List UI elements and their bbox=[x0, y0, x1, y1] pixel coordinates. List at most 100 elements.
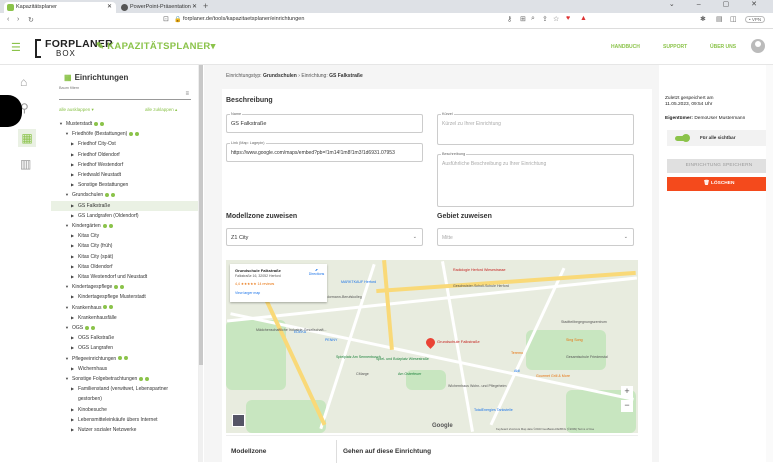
chevron-right-icon[interactable]: ▶ bbox=[71, 313, 78, 323]
tree-filter-input[interactable]: Baum filtern ≡ bbox=[59, 86, 191, 100]
vpn-badge[interactable]: • VPN bbox=[745, 16, 766, 23]
tree-item[interactable]: ▼ Grundschulen bbox=[51, 190, 198, 200]
share-icon[interactable]: ⇪ bbox=[542, 15, 548, 23]
add-icon[interactable] bbox=[135, 131, 140, 136]
chevron-right-icon[interactable]: ▶ bbox=[71, 160, 78, 170]
menu-icon[interactable]: ☰ bbox=[11, 41, 21, 54]
tree-item[interactable]: ▼ Kindertagespflege bbox=[51, 282, 198, 292]
tree-item[interactable]: ▶ Kitas City (früh) bbox=[51, 241, 198, 251]
beschreibung-field[interactable]: Beschreibung Ausführliche Beschreibung z… bbox=[437, 152, 634, 207]
map-attribution[interactable]: Keyboard shortcuts Map data ©2023 GeoBas… bbox=[496, 427, 594, 431]
tab-powerpoint[interactable]: PowerPoint-Präsentation ✕ bbox=[118, 2, 201, 13]
add-icon[interactable] bbox=[111, 193, 116, 198]
chevron-right-icon[interactable]: ▶ bbox=[71, 139, 78, 149]
chevron-right-icon[interactable]: ▶ bbox=[71, 405, 78, 415]
app-switcher[interactable]: ✎ KAPAZITÄTSPLANER▾ bbox=[96, 41, 216, 52]
embedded-map[interactable]: MARKTKAUF Herford Radiologie Herford Wie… bbox=[226, 260, 638, 433]
chevron-down-icon[interactable]: ▼ bbox=[65, 374, 72, 384]
chevron-down-icon[interactable]: ▼ bbox=[65, 354, 72, 364]
chevron-down-icon[interactable]: ▼ bbox=[59, 119, 66, 129]
add-icon[interactable] bbox=[100, 121, 105, 126]
sidebar-icon[interactable]: ▤ bbox=[716, 15, 723, 23]
add-icon[interactable] bbox=[91, 325, 96, 330]
tree-item[interactable]: ▶ GS Falkstraße bbox=[51, 200, 198, 211]
new-tab-icon[interactable]: + bbox=[203, 1, 208, 11]
status-dot-icon[interactable] bbox=[129, 131, 134, 136]
url-field[interactable]: forplaner.de/tools/kapazitaetsplaner/ein… bbox=[183, 16, 304, 22]
translate-icon[interactable]: ⊞ bbox=[520, 15, 526, 23]
tree-item[interactable]: ▶ Kindertagespflege Musterstadt bbox=[51, 292, 198, 302]
tree-item[interactable]: ▼ Musterstadt bbox=[51, 119, 198, 129]
tree-item[interactable]: gestorben) bbox=[51, 394, 198, 404]
chevron-down-icon[interactable]: ▼ bbox=[65, 303, 72, 313]
rewards-icon[interactable]: ▲ bbox=[580, 15, 587, 22]
chevron-right-icon[interactable]: ▶ bbox=[71, 384, 78, 394]
filter-icon[interactable]: ≡ bbox=[185, 91, 189, 97]
tree-item[interactable]: ▶ Friedwald Neustadt bbox=[51, 170, 198, 180]
visibility-toggle[interactable]: Für alle sichtbar bbox=[667, 130, 771, 146]
tree-item[interactable]: ▶ Friedhof Oldendorf bbox=[51, 150, 198, 160]
chevron-right-icon[interactable]: ▶ bbox=[71, 150, 78, 160]
status-dot-icon[interactable] bbox=[102, 223, 107, 228]
save-facility-button[interactable]: EINRICHTUNG SPEICHERN bbox=[667, 159, 771, 173]
chevron-right-icon[interactable]: ▶ bbox=[71, 170, 78, 180]
chevron-right-icon[interactable]: ▶ bbox=[71, 241, 78, 251]
chevron-right-icon[interactable]: ▶ bbox=[71, 231, 78, 241]
chevron-right-icon[interactable]: ▶ bbox=[71, 201, 78, 211]
tree-item[interactable]: ▶ Nutzer sozialer Netzwerke bbox=[51, 425, 198, 435]
forward-icon[interactable]: › bbox=[17, 16, 19, 23]
status-dot-icon[interactable] bbox=[103, 305, 108, 310]
page-scrollbar[interactable] bbox=[766, 65, 773, 462]
add-icon[interactable] bbox=[120, 284, 125, 289]
status-dot-icon[interactable] bbox=[85, 325, 90, 330]
tree-item[interactable]: ▶ Kitas City (spät) bbox=[51, 252, 198, 262]
tree-item[interactable]: ▼ Kindergärten bbox=[51, 221, 198, 231]
status-dot-icon[interactable] bbox=[94, 121, 99, 126]
chevron-right-icon[interactable]: ▶ bbox=[71, 252, 78, 262]
chevron-right-icon[interactable]: ▶ bbox=[71, 211, 78, 221]
nav-support[interactable]: SUPPORT bbox=[663, 44, 687, 50]
delete-button[interactable]: 🗑 LÖSCHEN bbox=[667, 177, 771, 191]
status-dot-icon[interactable] bbox=[114, 284, 119, 289]
chevron-right-icon[interactable]: ▶ bbox=[71, 425, 78, 435]
forplaner-logo[interactable]: FORPLANER BOX bbox=[35, 37, 113, 59]
tree-item[interactable]: ▶ OGS Falkstraße bbox=[51, 333, 198, 343]
chevron-right-icon[interactable]: ▶ bbox=[71, 262, 78, 272]
chevron-right-icon[interactable]: ▶ bbox=[71, 415, 78, 425]
tree-item[interactable]: ▶ Wichernhaus bbox=[51, 364, 198, 374]
expand-all-link[interactable]: alle ausklappen ▾ bbox=[59, 107, 94, 113]
location-pin-icon[interactable] bbox=[424, 336, 437, 349]
chevron-right-icon[interactable]: ▶ bbox=[71, 180, 78, 190]
wallet-icon[interactable]: ◫ bbox=[730, 15, 737, 23]
add-icon[interactable] bbox=[109, 305, 114, 310]
chart-icon[interactable]: ▥ bbox=[20, 157, 31, 171]
brave-icon[interactable]: ♥ bbox=[566, 15, 570, 22]
tree-item[interactable]: ▶ Familienstand (verwitwet, Lebenspartner bbox=[51, 384, 198, 394]
add-icon[interactable] bbox=[124, 356, 129, 361]
window-controls[interactable]: ⌄ – ▢ ✕ bbox=[669, 0, 767, 8]
close-tab-icon[interactable]: ✕ bbox=[107, 2, 112, 13]
status-dot-icon[interactable] bbox=[118, 356, 123, 361]
directions-button[interactable]: ⬈ Directions bbox=[308, 268, 325, 276]
avatar[interactable] bbox=[751, 39, 765, 53]
view-larger-map-link[interactable]: View larger map bbox=[235, 291, 260, 295]
tree-item[interactable]: ▼ Sonstige Folgebetrachtungen bbox=[51, 374, 198, 384]
facilities-icon[interactable]: ▦ bbox=[18, 129, 36, 147]
collapse-all-link[interactable]: alle zuklappen ▴ bbox=[145, 107, 177, 113]
nav-handbuch[interactable]: HANDBUCH bbox=[611, 44, 640, 50]
tree-scrollbar[interactable] bbox=[199, 65, 203, 462]
chevron-right-icon[interactable]: ▶ bbox=[71, 343, 78, 353]
tree-item[interactable]: ▶ Friedhof Westendorf bbox=[51, 160, 198, 170]
status-dot-icon[interactable] bbox=[105, 193, 110, 198]
tree-item[interactable]: ▶ Friedhof City-Ost bbox=[51, 139, 198, 149]
chevron-down-icon[interactable]: ▼ bbox=[65, 323, 72, 333]
add-icon[interactable] bbox=[145, 376, 150, 381]
map-link-field[interactable]: Link (Map: Lagepin) https://www.google.c… bbox=[226, 141, 423, 162]
back-icon[interactable]: ‹ bbox=[7, 16, 9, 23]
chevron-right-icon[interactable]: ▶ bbox=[71, 292, 78, 302]
key-icon[interactable]: ⚷ bbox=[507, 15, 512, 23]
tree-item[interactable]: ▶ Sonstige Bestattungen bbox=[51, 180, 198, 190]
chevron-down-icon[interactable]: ▼ bbox=[65, 282, 72, 292]
tree-item[interactable]: ▼ Pflegeeinrichtungen bbox=[51, 354, 198, 364]
tree-item[interactable]: ▶ Kitas City bbox=[51, 231, 198, 241]
